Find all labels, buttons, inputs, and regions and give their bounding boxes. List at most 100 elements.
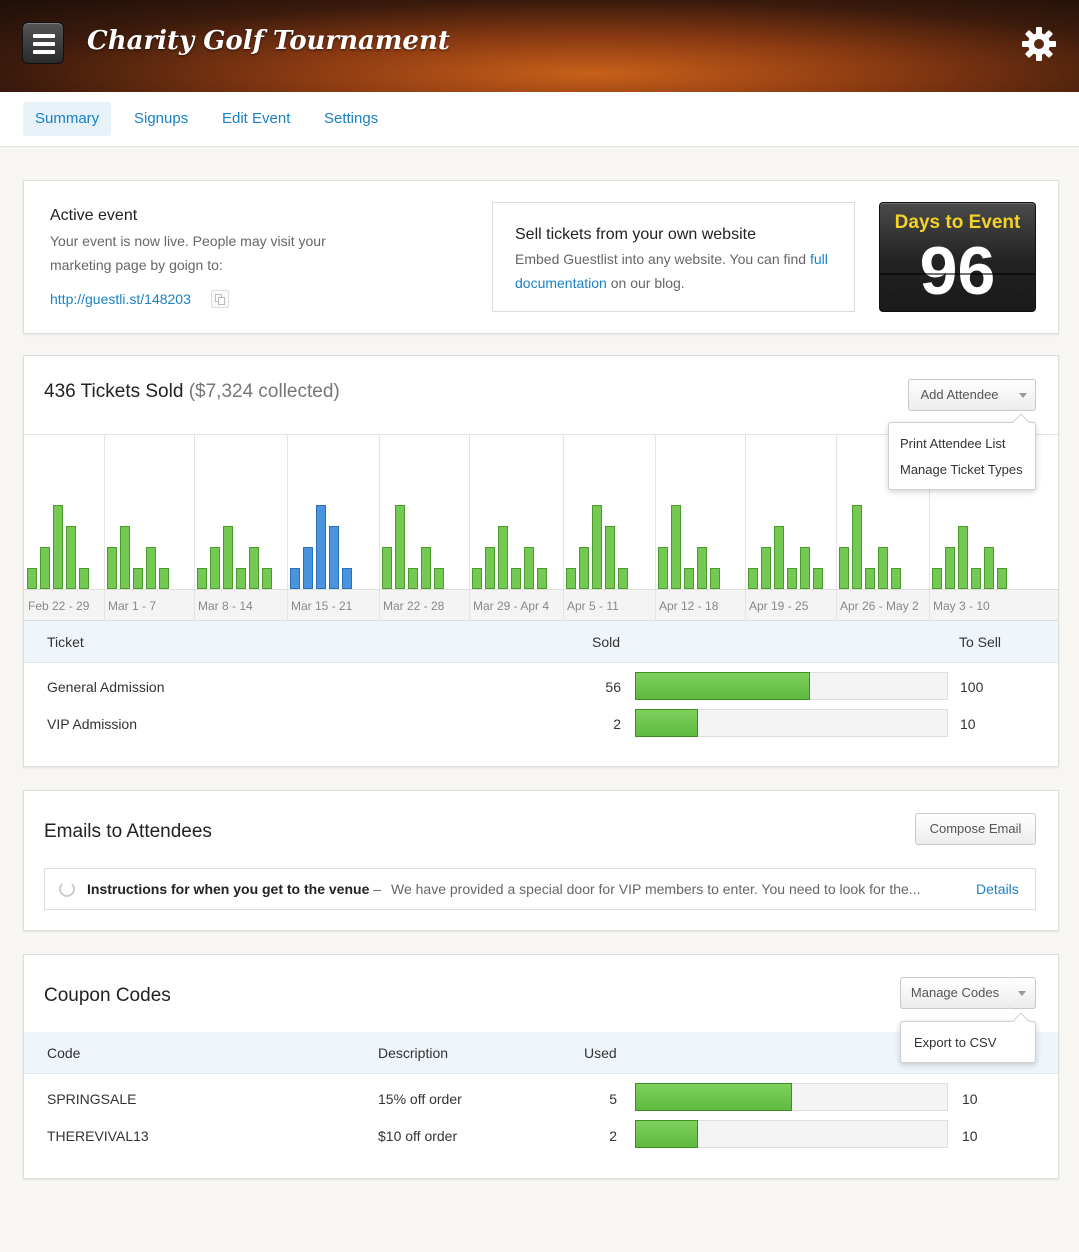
tab-edit-event[interactable]: Edit Event [210,102,302,136]
col-ticket: Ticket [47,634,84,650]
emails-title: Emails to Attendees [44,821,212,842]
chart-x-label: Apr 26 - May 2 [840,599,919,613]
embed-info-box: Sell tickets from your own website Embed… [492,202,855,312]
chart-x-label: Apr 5 - 11 [567,599,619,613]
email-separator: – [373,881,382,897]
chart-bar [408,568,418,589]
chart-bar [787,568,797,589]
col-code: Code [47,1045,81,1061]
app-header: Charity Golf Tournament [0,0,1079,92]
chart-bar [684,568,694,589]
chart-bar [932,568,942,589]
col-used: Used [584,1045,617,1061]
chart-bar [658,547,668,589]
chart-week-divider [563,435,564,621]
tab-settings[interactable]: Settings [312,102,390,136]
add-attendee-menu-toggle[interactable] [1010,379,1036,411]
tab-signups[interactable]: Signups [122,102,200,136]
coupon-total: 10 [962,1128,978,1144]
chart-bar [891,568,901,589]
progress-bar [635,672,948,700]
chart-bar [40,547,50,589]
manage-codes-button[interactable]: Manage Codes [900,977,1010,1009]
coupon-description: $10 off order [378,1128,458,1144]
add-attendee-button[interactable]: Add Attendee [908,379,1011,411]
chart-bar [66,526,76,589]
email-preview: We have provided a special door for VIP … [391,881,921,897]
chart-week-divider [379,435,380,621]
embed-text-after: on our blog. [606,275,685,291]
progress-bar [635,1120,948,1148]
chart-bar [382,547,392,589]
coupon-code: THEREVIVAL13 [47,1128,149,1144]
embed-text-before: Embed Guestlist into any website. You ca… [515,251,810,267]
chart-bar [971,568,981,589]
chart-bar [197,568,207,589]
chart-bar [133,568,143,589]
chart-week-divider [287,435,288,621]
chart-x-label: Apr 19 - 25 [749,599,809,613]
active-event-text: Your event is now live. People may visit… [50,233,326,273]
chart-bar [566,568,576,589]
chart-bar [472,568,482,589]
chart-bar [223,526,233,589]
active-event-title: Active event [50,207,138,224]
progress-fill [635,709,698,737]
gear-icon[interactable] [1019,24,1059,64]
manage-codes-menu-toggle[interactable] [1009,977,1036,1009]
chart-x-axis: Feb 22 - 29 Mar 1 - 7 Mar 8 - 14 Mar 15 - 2… [24,589,1058,621]
chart-bar [697,547,707,589]
progress-fill [635,1120,698,1148]
coupon-code: SPRINGSALE [47,1091,137,1107]
manage-ticket-types-item[interactable]: Manage Ticket Types [900,462,1023,477]
chart-week-divider [745,435,746,621]
chart-week-divider [104,435,105,621]
chart-bar [671,505,681,589]
ticket-name: General Admission [47,679,165,695]
chart-bar [249,547,259,589]
tickets-panel: 436 Tickets Sold ($7,324 collected) Add … [23,355,1059,767]
chart-bar [605,526,615,589]
progress-fill [635,1083,792,1111]
event-link[interactable]: http://guestli.st/148203 [50,291,191,307]
chart-week-divider [469,435,470,621]
email-subject-text: Instructions for when you get to the ven… [87,881,370,897]
chart-x-label: Feb 22 - 29 [28,599,90,613]
chart-bar [839,547,849,589]
chart-bar [236,568,246,589]
chart-bar [592,505,602,589]
chart-bar [159,568,169,589]
tab-summary[interactable]: Summary [23,102,112,136]
col-description: Description [378,1045,449,1061]
chart-x-label: May 3 - 10 [933,599,990,613]
chart-bar [290,568,300,589]
ticket-sold: 2 [613,716,621,732]
countdown-divider [880,273,1035,275]
embed-text: Embed Guestlist into any website. You ca… [515,247,835,295]
chart-bar [342,568,352,589]
coupons-title: Coupon Codes [44,985,171,1006]
chart-x-label: Mar 1 - 7 [108,599,157,613]
tickets-sold-count: 436 Tickets Sold [44,381,184,402]
chart-bar [53,505,63,589]
chart-x-label: Mar 29 - Apr 4 [473,599,550,613]
chart-bar [262,568,272,589]
coupon-used: 2 [609,1128,617,1144]
chart-bar [984,547,994,589]
coupons-dropdown-menu: Export to CSV [900,1012,1036,1063]
tickets-collected: ($7,324 collected) [188,381,340,402]
compose-email-button[interactable]: Compose Email [915,813,1036,845]
chart-bar [210,547,220,589]
coupon-used: 5 [609,1091,617,1107]
hamburger-icon[interactable] [22,22,64,64]
coupon-description: 15% off order [378,1091,462,1107]
ticket-to-sell: 10 [960,716,976,732]
email-details-link[interactable]: Details [976,881,1019,897]
coupons-panel: Coupon Codes Code Description Used Manag… [23,954,1059,1179]
print-attendee-list-item[interactable]: Print Attendee List [900,436,1006,451]
export-csv-item[interactable]: Export to CSV [914,1035,996,1050]
email-item[interactable]: Instructions for when you get to the ven… [44,868,1036,910]
chart-bar [27,568,37,589]
copy-icon[interactable] [211,290,229,308]
refresh-icon [59,881,75,897]
